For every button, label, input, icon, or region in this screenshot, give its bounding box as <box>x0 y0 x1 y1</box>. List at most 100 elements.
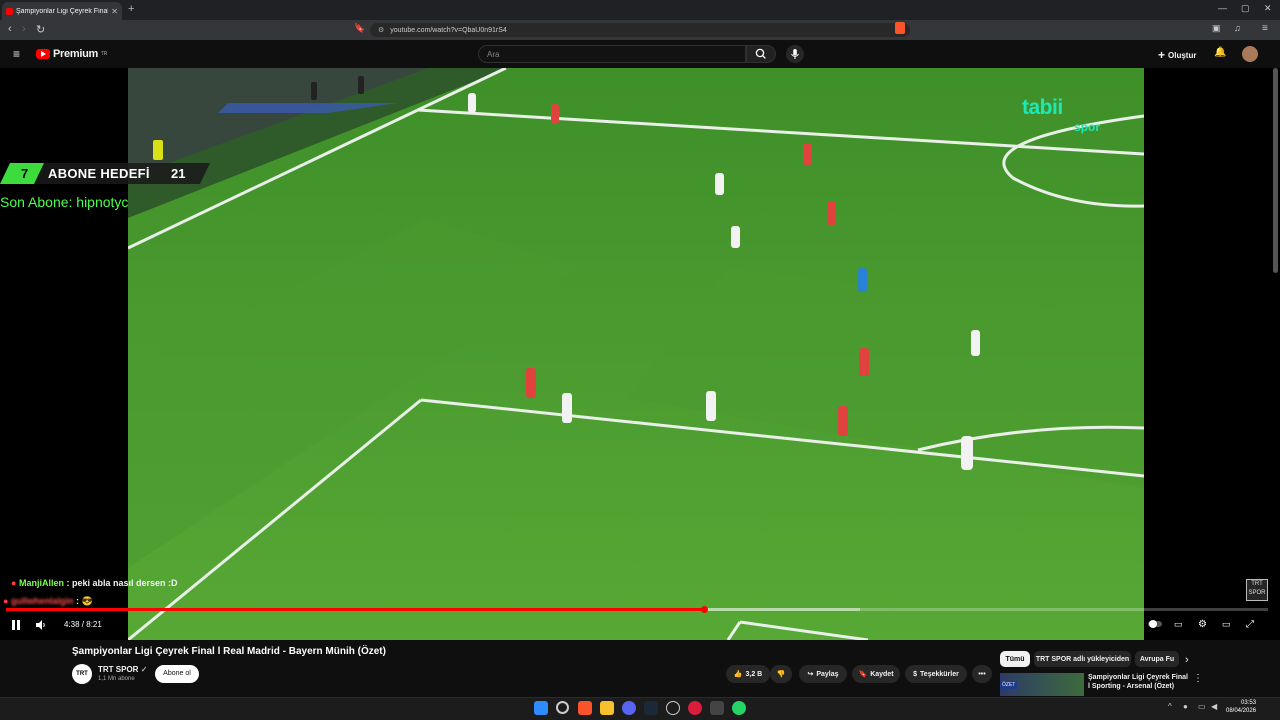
chat-username: ManjiAllen <box>18 578 64 588</box>
chat-badge-icon: ● <box>3 596 9 606</box>
whatsapp-icon[interactable] <box>732 701 746 715</box>
like-count: 3,2 B <box>745 670 763 678</box>
thanks-button[interactable]: $ Teşekkürler <box>905 665 967 683</box>
close-window-icon[interactable]: ✕ <box>1264 3 1272 14</box>
forward-icon[interactable]: › <box>22 23 26 35</box>
bookmark-icon[interactable]: 🔖 <box>354 23 365 34</box>
tabii-spor-logo: tabii spor <box>1022 96 1100 134</box>
account-avatar[interactable] <box>1242 46 1258 62</box>
file-explorer-icon[interactable] <box>600 701 614 715</box>
recommended-more-icon[interactable]: ⋮ <box>1193 673 1203 684</box>
address-bar[interactable]: ⚙ youtube.com/watch?v=QbaU0n91rS4 <box>370 23 910 37</box>
reload-icon[interactable]: ↻ <box>36 23 45 36</box>
youtube-play-icon <box>36 49 50 59</box>
chat-emoji-icon: 😎 <box>81 596 93 606</box>
video-title: Şampiyonlar Ligi Çeyrek Final l Real Mad… <box>72 646 386 657</box>
discord-icon[interactable] <box>622 701 636 715</box>
brave-browser-icon[interactable] <box>578 701 592 715</box>
hamburger-menu-icon[interactable]: ≡ <box>13 47 20 61</box>
search-button[interactable] <box>746 45 776 63</box>
autoplay-toggle[interactable] <box>1148 619 1162 632</box>
browser-tab[interactable]: Şampiyonlar Ligi Çeyrek Final ✕ <box>2 2 122 20</box>
subscribe-button[interactable]: Abone ol <box>155 665 199 683</box>
windows-start-icon[interactable] <box>534 701 548 715</box>
tabii-logo-subtext: spor <box>1074 120 1101 134</box>
maximize-icon[interactable]: ▢ <box>1241 3 1250 14</box>
site-info-icon[interactable]: ⚙ <box>378 26 384 34</box>
dislike-button[interactable]: 👎 <box>770 665 792 683</box>
clock-date: 08/04/2026 <box>1226 708 1257 714</box>
taskbar-clock[interactable]: 03:53 08/04/2026 <box>1226 699 1256 715</box>
recommended-title[interactable]: Şampiyonlar Ligi Çeyrek Final l Sporting… <box>1088 673 1190 691</box>
trt-spor-watermark: TRT SPOR <box>1246 579 1268 601</box>
brave-shield-icon[interactable] <box>895 22 905 34</box>
chip-all[interactable]: Tümü <box>1000 651 1030 667</box>
obs-icon[interactable] <box>666 701 680 715</box>
scrubber-handle[interactable] <box>701 606 708 613</box>
theater-mode-button[interactable]: ▭ <box>1222 619 1231 630</box>
voice-search-button[interactable] <box>786 45 804 63</box>
pause-icon <box>12 620 20 630</box>
youtube-logo[interactable]: Premium TR <box>36 48 107 60</box>
tray-chevron-icon[interactable]: ^ <box>1168 702 1172 711</box>
channel-avatar[interactable]: TRT <box>72 664 92 684</box>
media-icon[interactable]: ♫ <box>1234 23 1241 33</box>
minimize-icon[interactable]: — <box>1218 3 1227 13</box>
back-icon[interactable]: ‹ <box>8 23 12 35</box>
create-button[interactable]: + Oluştur <box>1158 48 1196 62</box>
close-tab-icon[interactable]: ✕ <box>111 7 118 16</box>
logo-text: Premium <box>53 48 98 60</box>
chat-text: : <box>75 596 79 606</box>
recommended-thumbnail[interactable]: ÖZET <box>1000 673 1084 696</box>
volume-button[interactable] <box>35 619 47 634</box>
subtitles-button[interactable]: ▭ <box>1174 619 1183 630</box>
taskbar-search-icon[interactable] <box>556 701 569 714</box>
logo-country: TR <box>100 51 108 57</box>
subscriber-goal-label: ABONE HEDEFİ <box>48 166 150 181</box>
like-button[interactable]: 👍 3,2 B <box>726 665 770 683</box>
channel-name[interactable]: TRT SPOR ✓ <box>98 665 147 674</box>
chat-username: gullwhenlalgin <box>10 596 74 606</box>
chips-next-icon[interactable]: › <box>1185 654 1189 666</box>
browser-tab-bar <box>0 0 1280 20</box>
more-actions-button[interactable]: ••• <box>972 665 992 683</box>
chat-text: : peki abla nasıl dersen :D <box>66 578 178 588</box>
pause-button[interactable] <box>11 619 21 634</box>
fullscreen-icon: ⤢ <box>1246 619 1254 630</box>
plus-icon: + <box>1158 48 1166 62</box>
microphone-icon <box>791 49 799 59</box>
epic-games-icon[interactable] <box>710 701 724 715</box>
gear-icon: ⚙ <box>1198 619 1207 630</box>
share-button[interactable]: ↪ Paylaş <box>799 665 847 683</box>
network-icon[interactable]: ▭ <box>1198 702 1206 711</box>
notifications-bell-icon[interactable]: 🔔 <box>1214 47 1226 58</box>
search-input[interactable]: Ara <box>478 45 746 63</box>
channel-name-text: TRT SPOR <box>98 665 139 674</box>
new-tab-button[interactable]: + <box>128 3 134 15</box>
speaker-icon[interactable]: ◀ <box>1211 702 1217 711</box>
page-scrollbar[interactable] <box>1273 68 1278 273</box>
tab-title: Şampiyonlar Ligi Çeyrek Final <box>16 7 109 15</box>
microphone-tray-icon[interactable]: ● <box>1183 702 1188 711</box>
thanks-icon: $ <box>913 670 918 678</box>
chip-europe-football[interactable]: Avrupa Fu <box>1135 651 1179 667</box>
recommended-badge: ÖZET <box>1000 681 1018 689</box>
chip-from-uploader[interactable]: TRT SPOR adlı yükleyiciden <box>1034 651 1131 667</box>
fullscreen-button[interactable]: ⤢ <box>1246 619 1254 630</box>
share-icon: ↪ <box>807 671 814 678</box>
save-label: Kaydet <box>870 670 894 678</box>
url-text: youtube.com/watch?v=QbaU0n91rS4 <box>390 26 507 34</box>
menu-icon[interactable]: ≡ <box>1262 23 1268 34</box>
bookmark-save-icon: 🔖 <box>858 671 868 678</box>
game-launcher-icon[interactable] <box>688 701 702 715</box>
settings-button[interactable]: ⚙ <box>1198 619 1207 630</box>
search-placeholder: Ara <box>487 49 500 59</box>
chat-badge-icon: ● <box>11 578 17 588</box>
steam-icon[interactable] <box>644 701 658 715</box>
video-frame[interactable] <box>128 68 1144 640</box>
subscriber-goal-target: 21 <box>171 166 186 181</box>
youtube-favicon-icon <box>6 7 13 15</box>
save-button[interactable]: 🔖 Kaydet <box>852 665 900 683</box>
extensions-icon[interactable]: ▣ <box>1212 23 1221 34</box>
football-pitch-scene <box>128 68 1144 640</box>
